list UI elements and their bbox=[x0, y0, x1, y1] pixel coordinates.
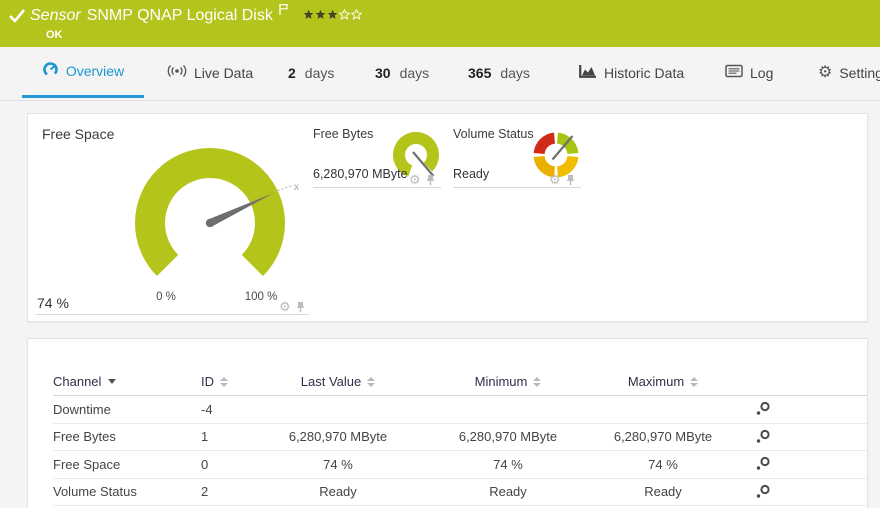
sort-icon bbox=[367, 377, 375, 387]
tab-365-days[interactable]: 365 days bbox=[468, 47, 530, 98]
gear-icon[interactable]: ⚙ bbox=[279, 300, 291, 313]
channel-minimum: 6,280,970 MByte bbox=[418, 429, 598, 444]
live-data-icon bbox=[167, 64, 187, 81]
volume-status-value: Ready bbox=[453, 167, 489, 181]
gear-icon[interactable]: ⚙ bbox=[549, 173, 561, 186]
channel-table: Channel ID Last Value Minimum Maximum Do… bbox=[28, 339, 867, 506]
tab-number: 2 bbox=[288, 65, 296, 81]
tab-settings[interactable]: ⚙ Settings bbox=[818, 47, 880, 98]
star-empty-icon bbox=[351, 9, 362, 20]
gear-icon[interactable]: ⚙ bbox=[409, 173, 421, 186]
sort-desc-icon bbox=[108, 379, 116, 384]
pin-icon[interactable] bbox=[296, 301, 305, 313]
gear-icon: ⚙ bbox=[818, 65, 832, 81]
sensor-status-header: Sensor SNMP QNAP Logical Disk OK bbox=[0, 0, 880, 47]
gauge-title-free-bytes: Free Bytes bbox=[313, 127, 373, 141]
pin-icon[interactable] bbox=[426, 174, 435, 186]
column-header-channel[interactable]: Channel bbox=[53, 374, 193, 389]
channel-id: 2 bbox=[193, 484, 258, 499]
column-header-last-value[interactable]: Last Value bbox=[258, 374, 418, 389]
tab-2-days[interactable]: 2 days bbox=[288, 47, 334, 98]
channel-name: Volume Status bbox=[53, 484, 193, 499]
tab-label: Live Data bbox=[194, 65, 253, 81]
pin-icon[interactable] bbox=[566, 174, 575, 186]
status-badge: OK bbox=[46, 29, 63, 41]
gauge-controls: ⚙ bbox=[549, 173, 575, 186]
table-row[interactable]: Free Space 0 74 % 74 % 74 % bbox=[53, 451, 867, 479]
channel-settings-icon[interactable] bbox=[755, 484, 771, 500]
channel-maximum: 74 % bbox=[598, 457, 728, 472]
star-filled-icon bbox=[303, 9, 314, 20]
tab-number: 30 bbox=[375, 65, 391, 81]
prtg-sensor-page: Sensor SNMP QNAP Logical Disk OK bbox=[0, 0, 880, 508]
tab-label: Overview bbox=[66, 63, 124, 79]
channel-maximum: Ready bbox=[598, 484, 728, 499]
column-header-maximum[interactable]: Maximum bbox=[598, 374, 728, 389]
sort-icon bbox=[533, 377, 541, 387]
ok-check-icon bbox=[8, 8, 26, 28]
page-title: SNMP QNAP Logical Disk bbox=[87, 7, 273, 25]
channel-id: -4 bbox=[193, 402, 258, 417]
column-header-minimum[interactable]: Minimum bbox=[418, 374, 598, 389]
tab-label: Historic Data bbox=[604, 65, 684, 81]
star-filled-icon bbox=[327, 9, 338, 20]
tab-log[interactable]: Log bbox=[725, 47, 773, 98]
gauge-title-volume-status: Volume Status bbox=[453, 127, 534, 141]
channel-maximum: 6,280,970 MByte bbox=[598, 429, 728, 444]
gauge-controls: ⚙ bbox=[409, 173, 435, 186]
channels-panel: Channel ID Last Value Minimum Maximum Do… bbox=[27, 338, 868, 508]
channel-minimum: Ready bbox=[418, 484, 598, 499]
channel-settings-icon[interactable] bbox=[755, 401, 771, 417]
tab-label: Log bbox=[750, 65, 773, 81]
tab-live-data[interactable]: Live Data bbox=[167, 47, 253, 98]
channel-name: Downtime bbox=[53, 402, 193, 417]
channel-minimum: 74 % bbox=[418, 457, 598, 472]
star-filled-icon bbox=[315, 9, 326, 20]
priority-stars[interactable] bbox=[303, 9, 362, 20]
channel-last-value: 74 % bbox=[258, 457, 418, 472]
free-bytes-value: 6,280,970 MByte bbox=[313, 167, 408, 181]
free-space-value: 74 % bbox=[37, 295, 69, 311]
sort-icon bbox=[690, 377, 698, 387]
gauge-marker: x bbox=[294, 182, 299, 193]
table-row[interactable]: Volume Status 2 Ready Ready Ready bbox=[53, 479, 867, 507]
channel-name: Free Space bbox=[53, 457, 193, 472]
gauge-title-free-space: Free Space bbox=[42, 126, 114, 142]
free-space-gauge[interactable]: x bbox=[110, 141, 320, 311]
tab-label: Settings bbox=[839, 65, 880, 81]
tab-label: days bbox=[500, 65, 530, 81]
tab-historic-data[interactable]: Historic Data bbox=[578, 47, 684, 98]
tab-bar: Overview Live Data 2 days 30 days 365 bbox=[0, 47, 880, 101]
gauge-icon bbox=[42, 61, 59, 81]
channel-name: Free Bytes bbox=[53, 429, 193, 444]
tab-30-days[interactable]: 30 days bbox=[375, 47, 429, 98]
sort-icon bbox=[220, 377, 228, 387]
gauge-controls: ⚙ bbox=[279, 300, 305, 313]
channel-last-value: 6,280,970 MByte bbox=[258, 429, 418, 444]
object-kind-label: Sensor bbox=[30, 7, 81, 25]
flag-icon[interactable] bbox=[278, 3, 289, 21]
table-row[interactable]: Downtime -4 bbox=[53, 396, 867, 424]
star-empty-icon bbox=[339, 9, 350, 20]
table-row[interactable]: Free Bytes 1 6,280,970 MByte 6,280,970 M… bbox=[53, 424, 867, 452]
chart-icon bbox=[578, 64, 597, 82]
tab-overview[interactable]: Overview bbox=[22, 47, 144, 98]
tab-label: days bbox=[400, 65, 430, 81]
tab-label: days bbox=[305, 65, 335, 81]
channel-settings-icon[interactable] bbox=[755, 429, 771, 445]
channel-id: 0 bbox=[193, 457, 258, 472]
table-header-row: Channel ID Last Value Minimum Maximum bbox=[53, 368, 867, 396]
tab-number: 365 bbox=[468, 65, 491, 81]
log-icon bbox=[725, 64, 743, 81]
column-header-id[interactable]: ID bbox=[193, 374, 258, 389]
channel-last-value: Ready bbox=[258, 484, 418, 499]
channel-id: 1 bbox=[193, 429, 258, 444]
gauge-min-label: 0 % bbox=[146, 291, 186, 303]
channel-settings-icon[interactable] bbox=[755, 456, 771, 472]
gauges-panel: Free Space x 0 % 100 % 74 % ⚙ Free Bytes… bbox=[27, 113, 868, 322]
